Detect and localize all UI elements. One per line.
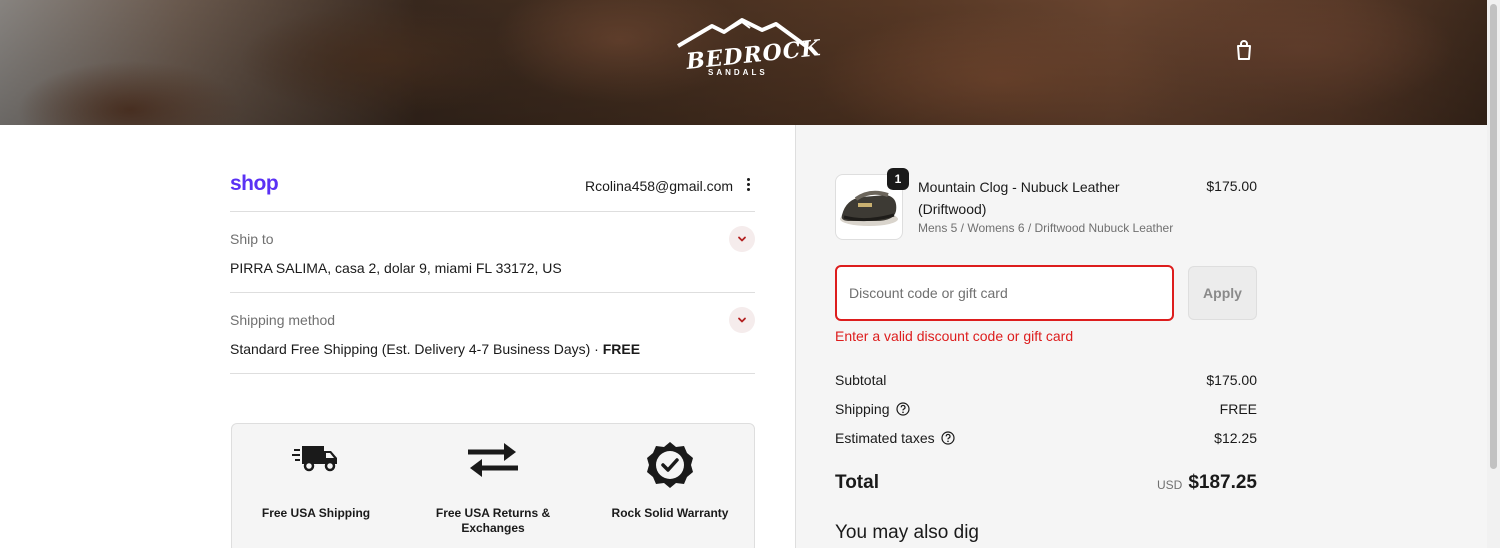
- taxes-label: Estimated taxes: [835, 430, 935, 446]
- shipping-label: Shipping: [835, 401, 890, 417]
- exchange-arrows-icon: [466, 440, 520, 485]
- help-circle-icon[interactable]: [895, 402, 910, 416]
- shipping-method-text: Standard Free Shipping (Est. Delivery 4-…: [230, 341, 603, 357]
- product-price: $175.00: [1206, 178, 1257, 194]
- total-currency: USD: [1157, 478, 1183, 492]
- shipping-method-price: FREE: [602, 341, 641, 357]
- scrollbar-thumb[interactable]: [1490, 4, 1497, 469]
- apply-discount-button[interactable]: Apply: [1188, 266, 1257, 320]
- page-scrollbar[interactable]: [1487, 0, 1500, 548]
- ship-to-expand-button[interactable]: [729, 226, 755, 252]
- shipping-method-expand-button[interactable]: [729, 307, 755, 333]
- shipping-value: FREE: [1219, 401, 1257, 417]
- chevron-down-icon: [738, 236, 746, 242]
- shipping-method-label: Shipping method: [230, 312, 336, 328]
- subtotal-label: Subtotal: [835, 372, 887, 388]
- help-circle-icon[interactable]: [941, 431, 955, 445]
- divider: [230, 292, 755, 293]
- brand-subtitle: SANDALS: [708, 68, 768, 77]
- feature-highlights: Free USA Shipping Free USA Returns & Exc…: [231, 423, 755, 548]
- subtotal-value: $175.00: [1206, 372, 1257, 388]
- divider: [230, 211, 755, 212]
- ship-to-address: PIRRA SALIMA, casa 2, dolar 9, miami FL …: [230, 260, 562, 276]
- ship-to-label: Ship to: [230, 231, 274, 247]
- shopping-bag-icon[interactable]: [1232, 38, 1256, 62]
- taxes-value: $12.25: [1214, 430, 1257, 446]
- feature-label: Rock Solid Warranty: [611, 506, 729, 520]
- divider: [230, 373, 755, 374]
- header-banner: BEDROCK SANDALS: [0, 0, 1487, 125]
- warranty-badge-icon: [645, 440, 695, 495]
- shipping-method-value: Standard Free Shipping (Est. Delivery 4-…: [230, 341, 640, 357]
- delivery-truck-icon: [292, 440, 340, 479]
- kebab-menu-icon[interactable]: [740, 176, 756, 196]
- shop-pay-logo: shop: [230, 172, 279, 195]
- total-value: $187.25: [1188, 472, 1257, 493]
- quantity-badge: 1: [887, 168, 909, 190]
- discount-code-input[interactable]: [835, 265, 1174, 321]
- brand-logo[interactable]: BEDROCK SANDALS: [672, 16, 823, 82]
- recommendations-heading: You may also dig: [835, 522, 980, 543]
- total-label: Total: [835, 472, 879, 493]
- product-variant: Mens 5 / Womens 6 / Driftwood Nubuck Lea…: [918, 221, 1174, 235]
- feature-label: Free USA Shipping: [261, 506, 371, 520]
- taxes-label-group: Estimated taxes: [835, 430, 955, 446]
- account-email: Rcolina458@gmail.com: [585, 178, 734, 194]
- product-name: Mountain Clog - Nubuck Leather (Driftwoo…: [918, 179, 1120, 217]
- shipping-label-group: Shipping: [835, 401, 910, 417]
- discount-error-message: Enter a valid discount code or gift card: [835, 328, 1074, 344]
- chevron-down-icon: [738, 317, 746, 323]
- feature-label: Free USA Returns & Exchanges: [435, 506, 551, 535]
